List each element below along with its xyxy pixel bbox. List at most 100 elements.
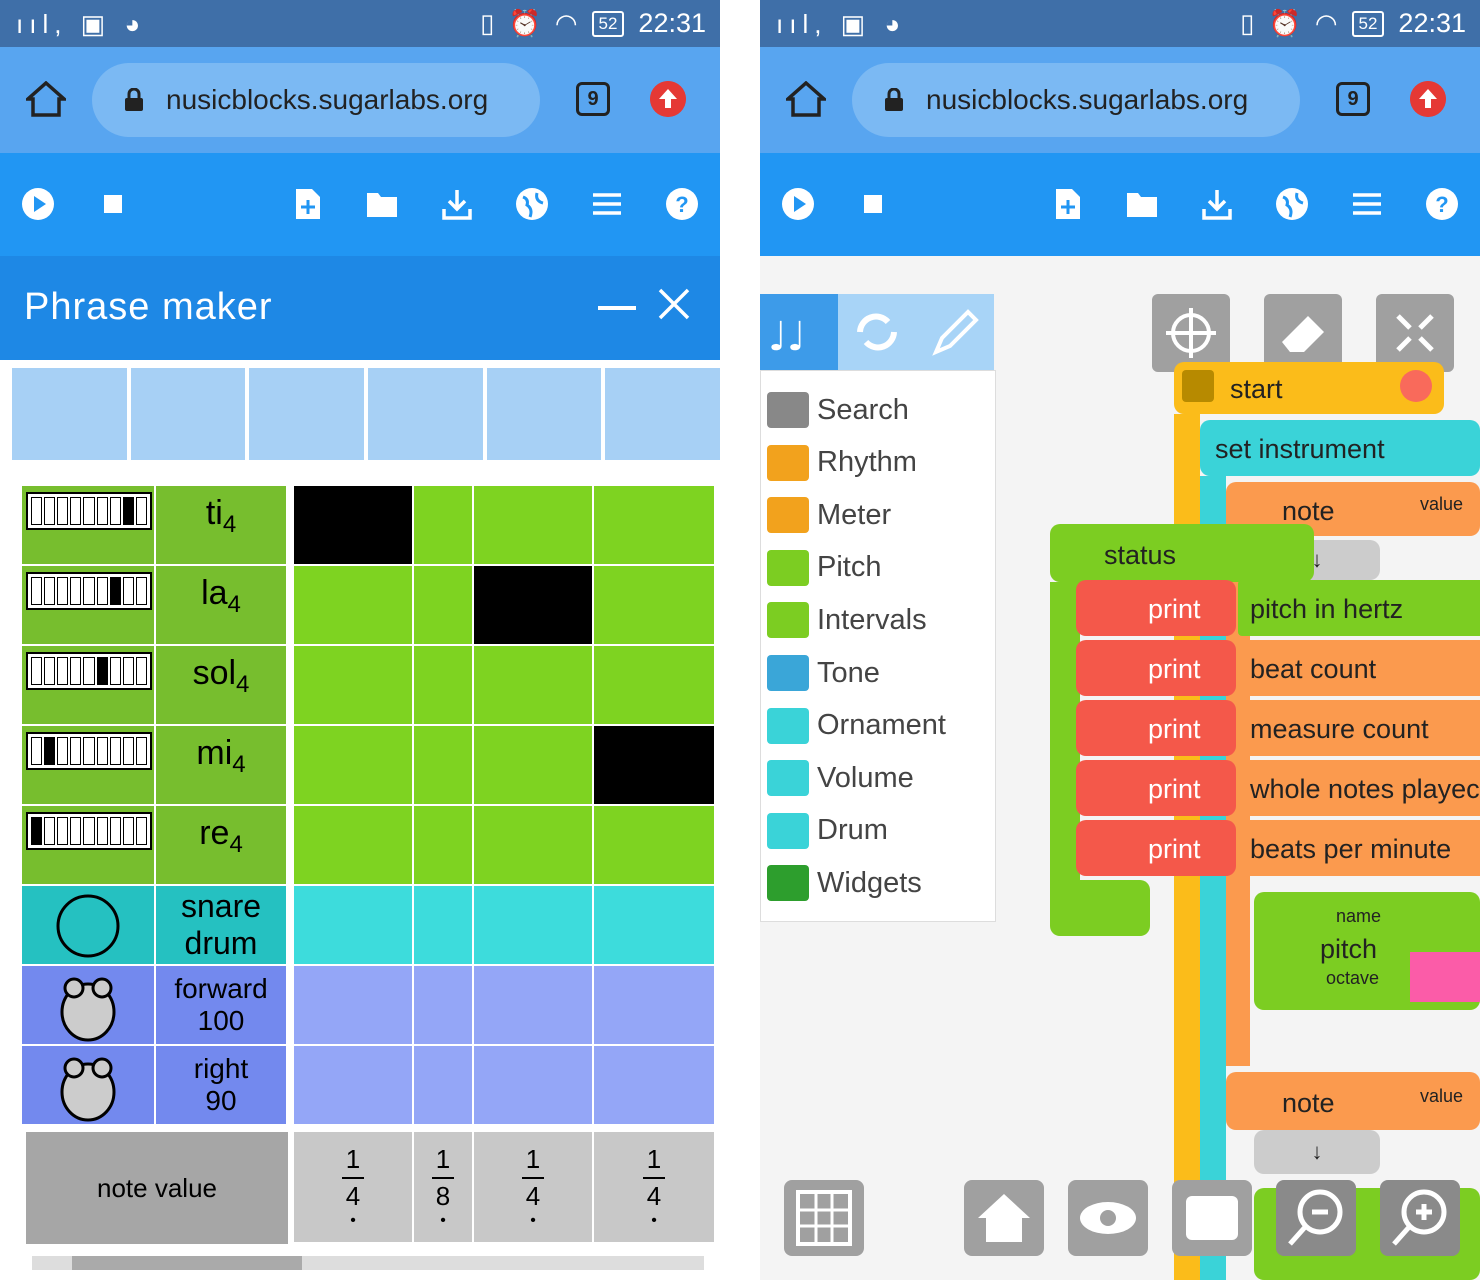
update-icon[interactable]: [650, 81, 686, 117]
toolbar-cell[interactable]: [130, 368, 246, 460]
home-icon[interactable]: [786, 81, 826, 117]
toolbar-cell[interactable]: [12, 368, 127, 460]
print-block[interactable]: print: [1076, 700, 1236, 756]
menu-icon[interactable]: [1350, 187, 1384, 221]
toolbar-cell[interactable]: [605, 368, 720, 460]
grid-cell[interactable]: [474, 1046, 594, 1126]
folder-icon[interactable]: [1125, 187, 1159, 221]
palette-item-drum[interactable]: Drum: [767, 806, 888, 856]
status-block[interactable]: status: [1050, 524, 1314, 582]
grid-toggle-button[interactable]: [784, 1180, 864, 1256]
grid-cell[interactable]: [594, 486, 716, 566]
scrollbar-thumb[interactable]: [72, 1256, 302, 1270]
minimize-icon[interactable]: [598, 306, 636, 310]
close-icon[interactable]: [656, 286, 692, 322]
grid-cell[interactable]: [414, 886, 474, 966]
zoom-out-button[interactable]: [1276, 1180, 1356, 1256]
grid-cell[interactable]: [294, 566, 414, 646]
grid-cell[interactable]: [594, 966, 716, 1046]
print-block[interactable]: print: [1076, 640, 1236, 696]
show-blocks-button[interactable]: [1068, 1180, 1148, 1256]
grid-cell[interactable]: [414, 646, 474, 726]
menu-icon[interactable]: [590, 187, 624, 221]
music-palette-tab[interactable]: ♩♩: [760, 294, 838, 370]
print-block[interactable]: print: [1076, 820, 1236, 876]
new-file-icon[interactable]: [290, 187, 324, 221]
help-icon[interactable]: ?: [1425, 187, 1459, 221]
pitch-block[interactable]: name pitch octave: [1254, 892, 1480, 1010]
grid-cell[interactable]: [414, 1046, 474, 1126]
print-argument-block[interactable]: measure count: [1238, 700, 1480, 756]
set-instrument-block[interactable]: set instrument: [1200, 420, 1480, 476]
grid-cell[interactable]: [294, 966, 414, 1046]
grid-cell[interactable]: [414, 806, 474, 886]
collapse-button[interactable]: [1376, 294, 1454, 372]
zoom-in-button[interactable]: [1380, 1180, 1460, 1256]
grid-cell[interactable]: [594, 646, 716, 726]
expand-button[interactable]: [1172, 1180, 1252, 1256]
print-argument-block[interactable]: pitch in hertz: [1238, 580, 1480, 636]
print-argument-block[interactable]: beats per minute: [1238, 820, 1480, 876]
grid-cell[interactable]: [474, 646, 594, 726]
grid-cell[interactable]: [414, 726, 474, 806]
note-value-cell[interactable]: 1 8 •: [414, 1132, 474, 1244]
grid-cell[interactable]: [474, 966, 594, 1046]
globe-icon[interactable]: [515, 187, 549, 221]
art-palette-tab[interactable]: [916, 294, 994, 370]
update-icon[interactable]: [1410, 81, 1446, 117]
palette-item-tone[interactable]: Tone: [767, 648, 880, 698]
home-button[interactable]: [964, 1180, 1044, 1256]
grid-cell[interactable]: [474, 566, 594, 646]
grid-cell[interactable]: [474, 486, 594, 566]
grid-cell[interactable]: [594, 1046, 716, 1126]
print-block[interactable]: print: [1076, 760, 1236, 816]
globe-icon[interactable]: [1275, 187, 1309, 221]
tab-count-button[interactable]: 9: [1336, 82, 1370, 116]
grid-cell[interactable]: [414, 486, 474, 566]
play-icon[interactable]: [21, 187, 55, 221]
palette-item-widgets[interactable]: Widgets: [767, 858, 922, 908]
toolbar-cell[interactable]: [368, 368, 483, 460]
help-icon[interactable]: ?: [665, 187, 699, 221]
palette-item-search[interactable]: Search: [767, 385, 909, 435]
print-argument-block[interactable]: whole notes playec: [1238, 760, 1480, 816]
print-block[interactable]: print: [1076, 580, 1236, 636]
note-value-cell[interactable]: 1 4 •: [294, 1132, 414, 1244]
palette-item-ornament[interactable]: Ornament: [767, 701, 946, 751]
grid-cell[interactable]: [294, 1046, 414, 1126]
grid-button[interactable]: [1152, 294, 1230, 372]
grid-cell[interactable]: [294, 886, 414, 966]
toolbar-cell[interactable]: [249, 368, 365, 460]
grid-cell[interactable]: [414, 966, 474, 1046]
folder-icon[interactable]: [365, 187, 399, 221]
start-block[interactable]: start: [1174, 362, 1444, 414]
download-icon[interactable]: [1200, 187, 1234, 221]
palette-item-meter[interactable]: Meter: [767, 490, 891, 540]
grid-cell[interactable]: [474, 726, 594, 806]
note-value-cell[interactable]: 1 4 •: [474, 1132, 594, 1244]
note-block-2[interactable]: note value: [1226, 1072, 1480, 1130]
clear-button[interactable]: [1264, 294, 1342, 372]
note-value-cell[interactable]: 1 4 •: [594, 1132, 716, 1244]
url-field[interactable]: nusicblocks.sugarlabs.org: [852, 63, 1300, 137]
palette-item-volume[interactable]: Volume: [767, 753, 914, 803]
collapse-block-icon[interactable]: [1182, 370, 1214, 402]
grid-cell[interactable]: [294, 806, 414, 886]
palette-item-pitch[interactable]: Pitch: [767, 543, 881, 593]
horizontal-scrollbar[interactable]: [32, 1256, 704, 1270]
play-icon[interactable]: [781, 187, 815, 221]
palette-item-rhythm[interactable]: Rhythm: [767, 438, 917, 488]
octave-value-slot[interactable]: [1410, 952, 1480, 1002]
toolbar-cell[interactable]: [486, 368, 602, 460]
grid-cell[interactable]: [594, 886, 716, 966]
new-file-icon[interactable]: [1050, 187, 1084, 221]
download-icon[interactable]: [440, 187, 474, 221]
stop-icon[interactable]: [856, 187, 890, 221]
tab-count-button[interactable]: 9: [576, 82, 610, 116]
grid-cell[interactable]: [474, 806, 594, 886]
grid-cell[interactable]: [474, 886, 594, 966]
grid-cell[interactable]: [414, 566, 474, 646]
grid-cell[interactable]: [594, 726, 716, 806]
flow-palette-tab[interactable]: [838, 294, 916, 370]
grid-cell[interactable]: [294, 646, 414, 726]
